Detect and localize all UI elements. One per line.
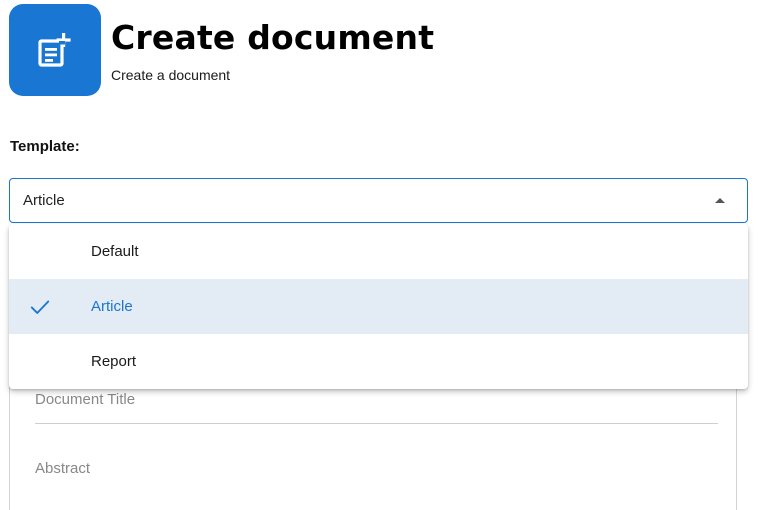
menu-item-default[interactable]: Default (9, 224, 748, 279)
abstract-field[interactable]: Abstract (35, 460, 90, 477)
menu-item-label: Report (91, 353, 137, 370)
document-title-underline (35, 423, 718, 424)
menu-item-report[interactable]: Report (9, 334, 748, 389)
page-subtitle: Create a document (111, 67, 231, 83)
template-dropdown-menu: Default Article Report (9, 224, 748, 389)
create-document-page: Create document Create a document Templa… (0, 0, 765, 510)
template-label: Template: (10, 138, 80, 155)
menu-item-article[interactable]: Article (9, 279, 748, 334)
check-icon (30, 300, 50, 314)
template-select[interactable]: Article (9, 178, 748, 223)
document-title-field[interactable]: Document Title (35, 391, 135, 408)
template-select-value: Article (23, 192, 65, 209)
menu-item-label: Article (91, 298, 133, 315)
page-title: Create document (111, 18, 435, 57)
menu-item-label: Default (91, 243, 139, 260)
document-add-icon (9, 4, 101, 96)
chevron-up-icon (715, 198, 725, 203)
